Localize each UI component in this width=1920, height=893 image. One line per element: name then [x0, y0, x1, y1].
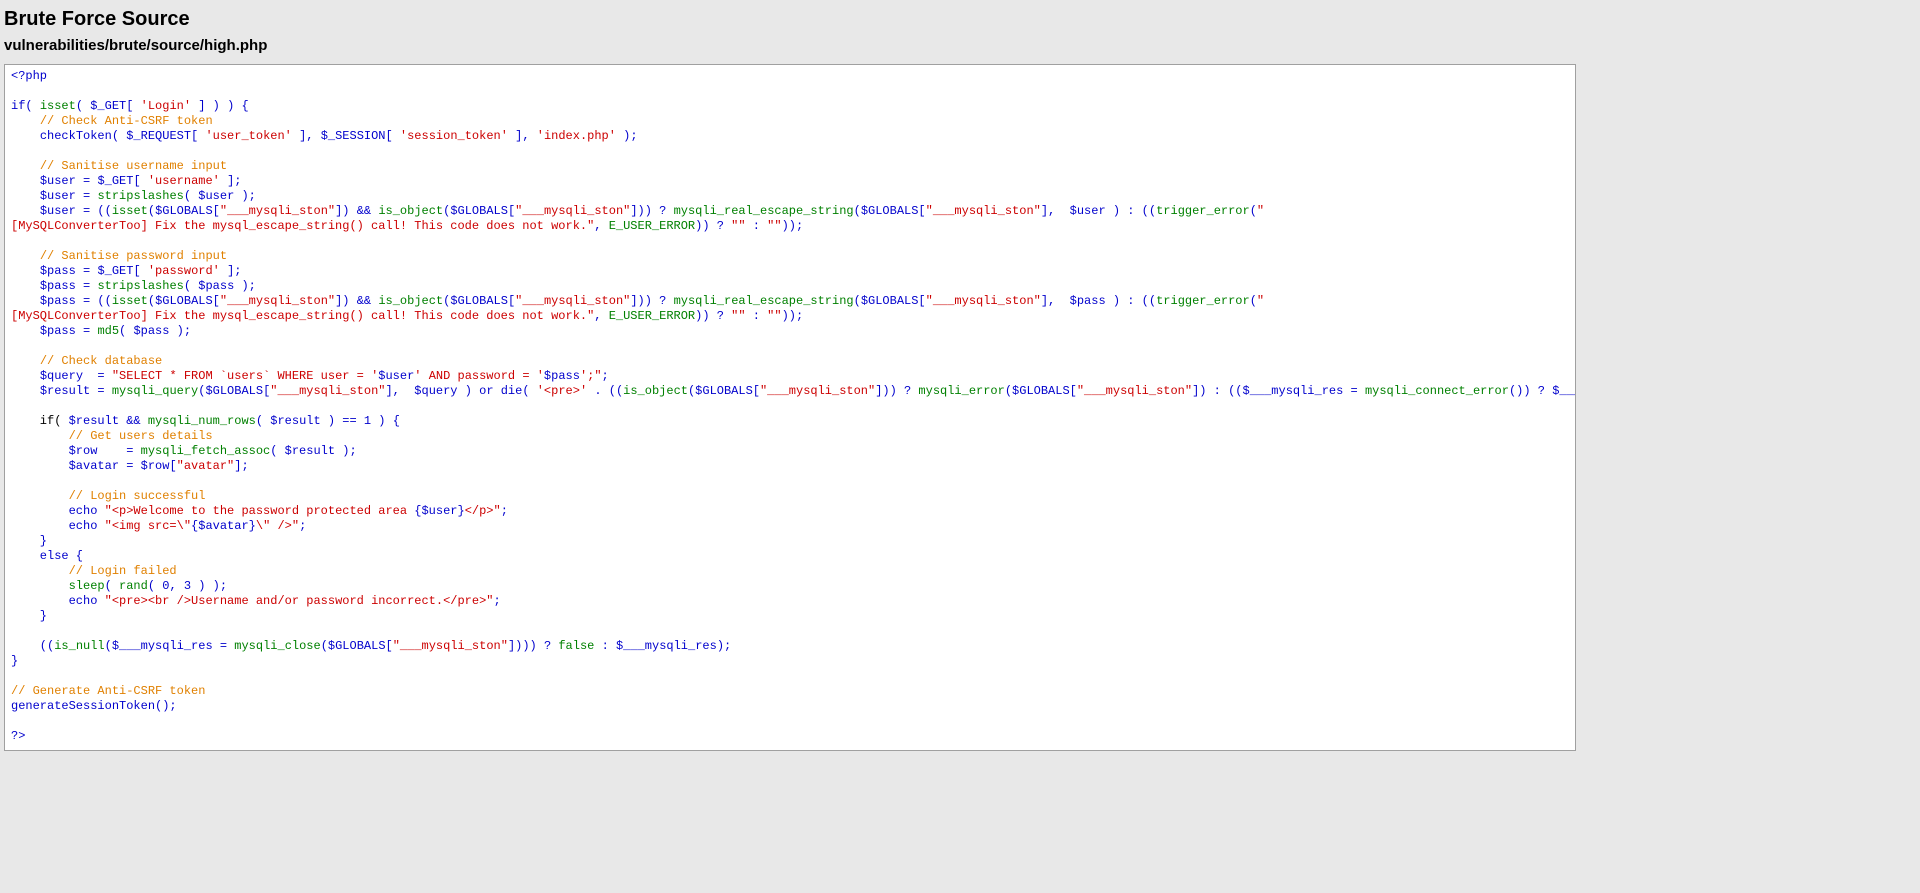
page: Brute Force Source vulnerabilities/brute…	[0, 8, 1580, 751]
source-code: <?php if( isset( $_GET[ 'Login' ] ) ) { …	[11, 69, 1569, 744]
file-path-heading: vulnerabilities/brute/source/high.php	[4, 37, 1580, 54]
page-title: Brute Force Source	[4, 8, 1580, 31]
source-code-box: <?php if( isset( $_GET[ 'Login' ] ) ) { …	[4, 64, 1576, 751]
